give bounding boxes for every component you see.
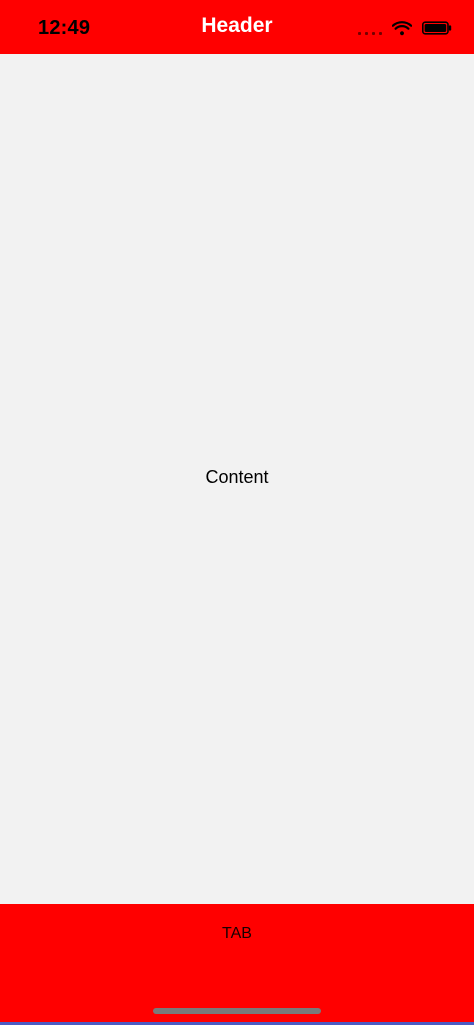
wifi-icon	[392, 21, 412, 36]
tab-bar[interactable]: TAB	[0, 904, 474, 1025]
content-label: Content	[205, 466, 269, 487]
home-indicator	[153, 1008, 321, 1014]
status-icons	[358, 18, 452, 38]
tab-label[interactable]: TAB	[0, 925, 474, 943]
signal-dots-icon	[358, 21, 382, 35]
header-bar: 12:49 Header	[0, 0, 474, 54]
content-area: Content	[0, 54, 474, 904]
battery-icon	[422, 21, 452, 35]
